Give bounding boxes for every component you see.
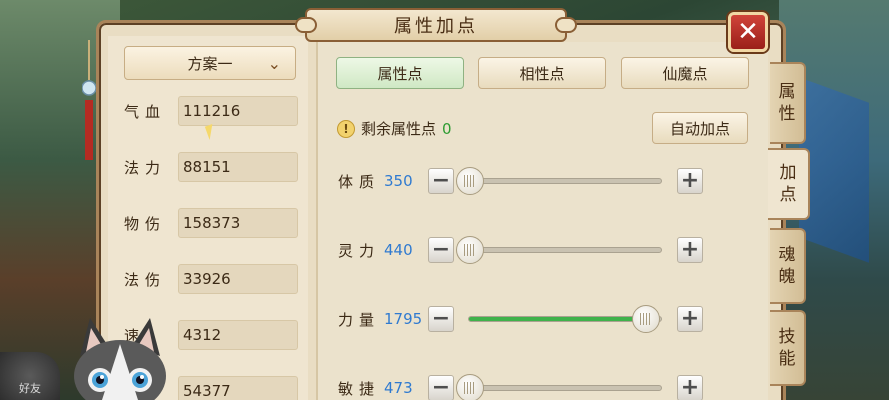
attribute-label: 敏捷 bbox=[338, 379, 381, 398]
attribute-label: 体质 bbox=[338, 172, 381, 191]
stat-value: 54377 bbox=[178, 376, 298, 400]
side-tab-add-points[interactable]: 加 点 bbox=[768, 148, 810, 220]
side-tab-char: 魂 bbox=[778, 244, 796, 265]
stat-row-hp: 气血 111216 bbox=[124, 96, 300, 126]
minus-icon: − bbox=[431, 168, 451, 193]
side-tab-char: 魄 bbox=[778, 267, 796, 287]
remaining-points-label: 剩余属性点 bbox=[361, 120, 437, 138]
plan-dropdown-value: 方案一 bbox=[187, 54, 233, 73]
decrease-agility-button[interactable]: − bbox=[428, 375, 454, 400]
window-title: 属性加点 bbox=[394, 16, 478, 37]
stat-row-magic-damage: 法伤 33926 bbox=[124, 264, 300, 294]
plus-icon: + bbox=[680, 168, 700, 193]
tab-immortal-demon-points[interactable]: 仙魔点 bbox=[621, 57, 749, 89]
side-tab-soul[interactable]: 魂 魄 bbox=[770, 228, 806, 304]
spirit-slider-track[interactable] bbox=[468, 247, 662, 253]
dog-right-eye-shine bbox=[140, 375, 144, 379]
decrease-strength-button[interactable]: − bbox=[428, 306, 454, 332]
plus-icon: + bbox=[680, 306, 700, 331]
tab-attribute-points[interactable]: 属性点 bbox=[336, 57, 464, 89]
dog-left-eye-shine bbox=[100, 375, 104, 379]
attribute-label: 灵力 bbox=[338, 241, 381, 260]
friends-button[interactable]: 好友 bbox=[0, 352, 60, 400]
minus-icon: − bbox=[431, 306, 451, 331]
tab-label: 仙魔点 bbox=[662, 64, 708, 83]
side-tab-char: 技 bbox=[778, 326, 796, 347]
minus-icon: − bbox=[431, 237, 451, 262]
friends-label: 好友 bbox=[19, 382, 41, 395]
increase-constitution-button[interactable]: + bbox=[677, 168, 703, 194]
chevron-down-icon: ⌄ bbox=[267, 54, 281, 73]
window-title-plate: 属性加点 bbox=[295, 8, 577, 42]
side-tab-char: 点 bbox=[779, 185, 797, 205]
constitution-slider-handle[interactable] bbox=[456, 167, 484, 195]
minus-icon: − bbox=[431, 375, 451, 400]
side-tab-char: 能 bbox=[778, 349, 796, 369]
husky-pet-avatar[interactable] bbox=[62, 316, 178, 400]
tab-label: 相性点 bbox=[519, 64, 565, 83]
remaining-points-value: 0 bbox=[442, 119, 452, 138]
grip-icon bbox=[464, 382, 476, 394]
tab-label: 属性点 bbox=[377, 64, 423, 83]
grip-icon bbox=[640, 313, 653, 325]
increase-strength-button[interactable]: + bbox=[677, 306, 703, 332]
auto-allocate-label: 自动加点 bbox=[669, 119, 730, 138]
pendant-ornament-icon bbox=[82, 40, 96, 160]
grip-icon bbox=[464, 175, 476, 187]
constitution-slider-track[interactable] bbox=[468, 178, 662, 184]
increase-agility-button[interactable]: + bbox=[677, 375, 703, 400]
agility-slider-track[interactable] bbox=[468, 385, 662, 391]
stat-label: 法伤 bbox=[124, 270, 167, 289]
agility-slider-handle[interactable] bbox=[456, 374, 484, 400]
close-icon: ✕ bbox=[737, 17, 759, 47]
remaining-points: ! 剩余属性点 0 bbox=[337, 118, 452, 139]
plus-icon: + bbox=[680, 237, 700, 262]
info-icon: ! bbox=[337, 119, 355, 138]
stat-value: 4312 bbox=[178, 320, 298, 350]
side-tab-char: 加 bbox=[779, 162, 797, 183]
stat-value: 111216 bbox=[178, 96, 298, 126]
decrease-spirit-button[interactable]: − bbox=[428, 237, 454, 263]
close-button[interactable]: ✕ bbox=[728, 12, 768, 52]
title-right-ornament bbox=[555, 17, 577, 33]
stat-row-physical-damage: 物伤 158373 bbox=[124, 208, 300, 238]
tab-affinity-points[interactable]: 相性点 bbox=[478, 57, 606, 89]
decrease-constitution-button[interactable]: − bbox=[428, 168, 454, 194]
title-left-ornament bbox=[295, 17, 317, 33]
plan-dropdown[interactable]: 方案一 ⌄ bbox=[124, 46, 296, 80]
side-tab-attributes[interactable]: 属 性 bbox=[770, 62, 806, 144]
stat-row-mp: 法力 88151 bbox=[124, 152, 300, 182]
side-tab-skills[interactable]: 技 能 bbox=[770, 310, 806, 386]
stat-value: 33926 bbox=[178, 264, 298, 294]
slider-fill bbox=[469, 317, 646, 321]
increase-spirit-button[interactable]: + bbox=[677, 237, 703, 263]
plus-icon: + bbox=[680, 375, 700, 400]
stat-label: 物伤 bbox=[124, 214, 167, 233]
stat-value: 88151 bbox=[178, 152, 298, 182]
auto-allocate-button[interactable]: 自动加点 bbox=[652, 112, 748, 144]
stat-label: 法力 bbox=[124, 158, 167, 177]
side-tab-char: 性 bbox=[778, 104, 796, 124]
side-tab-char: 属 bbox=[778, 81, 796, 102]
stat-label: 气血 bbox=[124, 102, 167, 121]
points-panel bbox=[316, 42, 768, 400]
spirit-slider-handle[interactable] bbox=[456, 236, 484, 264]
grip-icon bbox=[464, 244, 476, 256]
attribute-label: 力量 bbox=[338, 310, 381, 329]
stat-value: 158373 bbox=[178, 208, 298, 238]
